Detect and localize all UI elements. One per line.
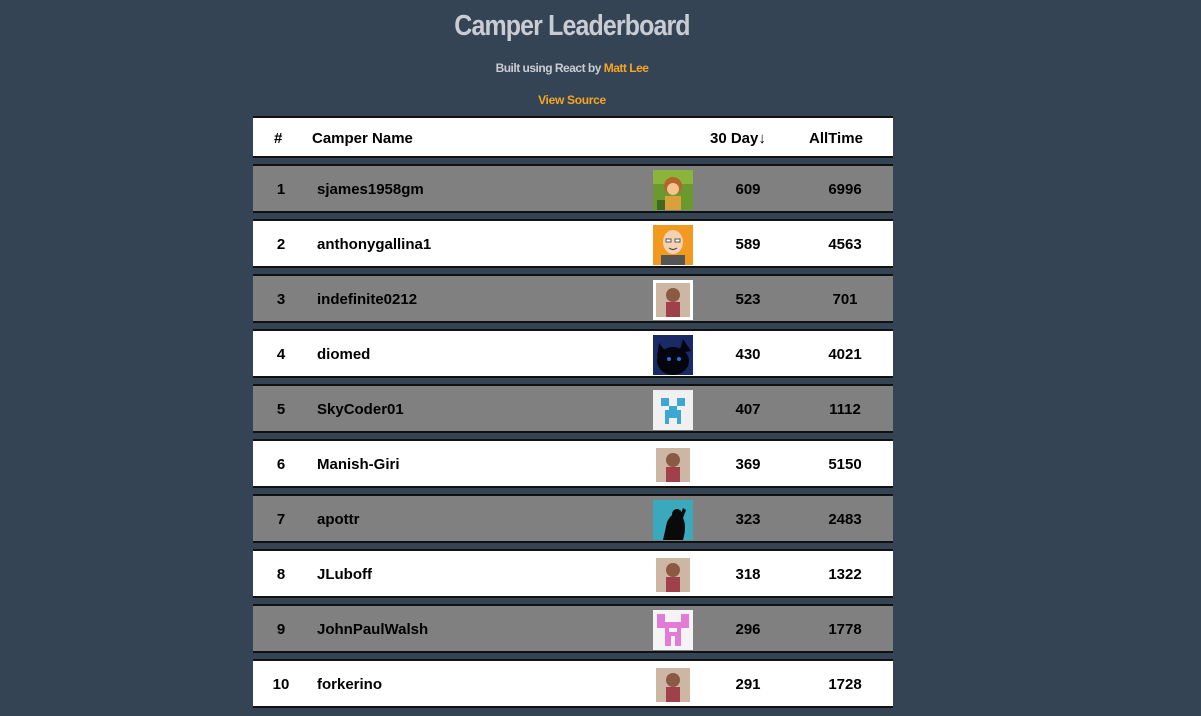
- camper-name-cell: anthonygallina1: [317, 236, 432, 253]
- rank-cell: 2: [276, 236, 286, 253]
- col-30day-header[interactable]: 30 Day↓: [710, 130, 766, 147]
- rank-cell: 5: [276, 401, 286, 418]
- pixel-identicon-avatar: [653, 610, 693, 650]
- table-header: # Camper Name 30 Day↓ AllTime: [253, 116, 893, 158]
- creeper-face-avatar: [653, 390, 693, 430]
- photo-person-avatar: [653, 665, 693, 705]
- camper-name-cell: forkerino: [317, 676, 383, 693]
- col-name-header: Camper Name: [312, 130, 413, 147]
- rank-cell: 3: [276, 291, 286, 308]
- recent-points-cell: 369: [735, 456, 761, 473]
- table-row: 4 diomed 430 4021: [253, 329, 893, 378]
- recent-points-cell: 323: [735, 511, 761, 528]
- camper-name-cell: SkyCoder01: [317, 401, 404, 418]
- camper-name-cell: apottr: [317, 511, 360, 528]
- table-row: 3 indefinite0212 523 701: [253, 274, 893, 323]
- photo-person-avatar: [653, 445, 693, 485]
- camper-name-cell: diomed: [317, 346, 371, 363]
- recent-points-cell: 589: [735, 236, 761, 253]
- alltime-points-cell: 4021: [828, 346, 862, 363]
- alltime-points-cell: 4563: [828, 236, 862, 253]
- alltime-points-cell: 701: [832, 291, 858, 308]
- rank-cell: 9: [276, 621, 286, 638]
- rank-cell: 4: [276, 346, 286, 363]
- alltime-points-cell: 1322: [828, 566, 862, 583]
- recent-points-cell: 296: [735, 621, 761, 638]
- cartoon-character-avatar: [653, 170, 693, 210]
- col-alltime-header[interactable]: AllTime: [809, 130, 863, 147]
- table-row: 10 forkerino 291 1728: [253, 659, 893, 708]
- recent-points-cell: 609: [735, 181, 761, 198]
- alltime-points-cell: 1778: [828, 621, 862, 638]
- alltime-points-cell: 1112: [829, 401, 861, 418]
- subtitle: Built using React by Matt Lee: [0, 61, 1144, 75]
- leaderboard-table: # Camper Name 30 Day↓ AllTime 1 sjames195…: [253, 116, 893, 708]
- rank-cell: 6: [276, 456, 286, 473]
- subtitle-prefix: Built using React by: [495, 61, 604, 75]
- camper-name-cell: indefinite0212: [317, 291, 418, 308]
- camper-name-cell: JohnPaulWalsh: [317, 621, 429, 638]
- rank-cell: 1: [276, 181, 286, 198]
- camper-name-cell: Manish-Giri: [317, 456, 400, 473]
- table-row: 8 JLuboff 318 1322: [253, 549, 893, 598]
- author-link[interactable]: Matt Lee: [604, 61, 649, 75]
- col-rank-header: #: [274, 130, 283, 147]
- camper-name-cell: sjames1958gm: [317, 181, 424, 198]
- table-body: 1 sjames1958gm 609 6996 2 anthonygallina1 589 4…: [253, 164, 893, 708]
- table-row: 9 JohnPaulWalsh 296 1778: [253, 604, 893, 653]
- black-cat-avatar: [653, 335, 693, 375]
- page-title: Camper Leaderboard: [454, 10, 690, 42]
- table-row: 1 sjames1958gm 609 6996: [253, 164, 893, 213]
- alltime-points-cell: 1728: [828, 676, 862, 693]
- table-row: 2 anthonygallina1 589 4563: [253, 219, 893, 268]
- recent-points-cell: 523: [735, 291, 761, 308]
- page: Camper Leaderboard Built using React by …: [0, 0, 1201, 716]
- alltime-points-cell: 6996: [828, 181, 862, 198]
- silhouette-avatar: [653, 500, 693, 540]
- rank-cell: 10: [272, 676, 290, 693]
- alltime-points-cell: 5150: [828, 456, 862, 473]
- alltime-points-cell: 2483: [828, 511, 862, 528]
- camper-name-cell: JLuboff: [317, 566, 372, 583]
- table-row: 5 SkyCoder01 407 1112: [253, 384, 893, 433]
- rank-cell: 8: [276, 566, 286, 583]
- table-row: 7 apottr 323 2483: [253, 494, 893, 543]
- recent-points-cell: 318: [735, 566, 761, 583]
- photo-person-avatar: [653, 555, 693, 595]
- recent-points-cell: 291: [735, 676, 761, 693]
- table-row: 6 Manish-Giri 369 5150: [253, 439, 893, 488]
- view-source-link[interactable]: View Source: [538, 93, 606, 107]
- photo-person-avatar: [653, 280, 693, 320]
- recent-points-cell: 407: [735, 401, 761, 418]
- recent-points-cell: 430: [735, 346, 761, 363]
- rank-cell: 7: [276, 511, 286, 528]
- cartoon-face-avatar: [653, 225, 693, 265]
- view-source: View Source: [0, 93, 1144, 107]
